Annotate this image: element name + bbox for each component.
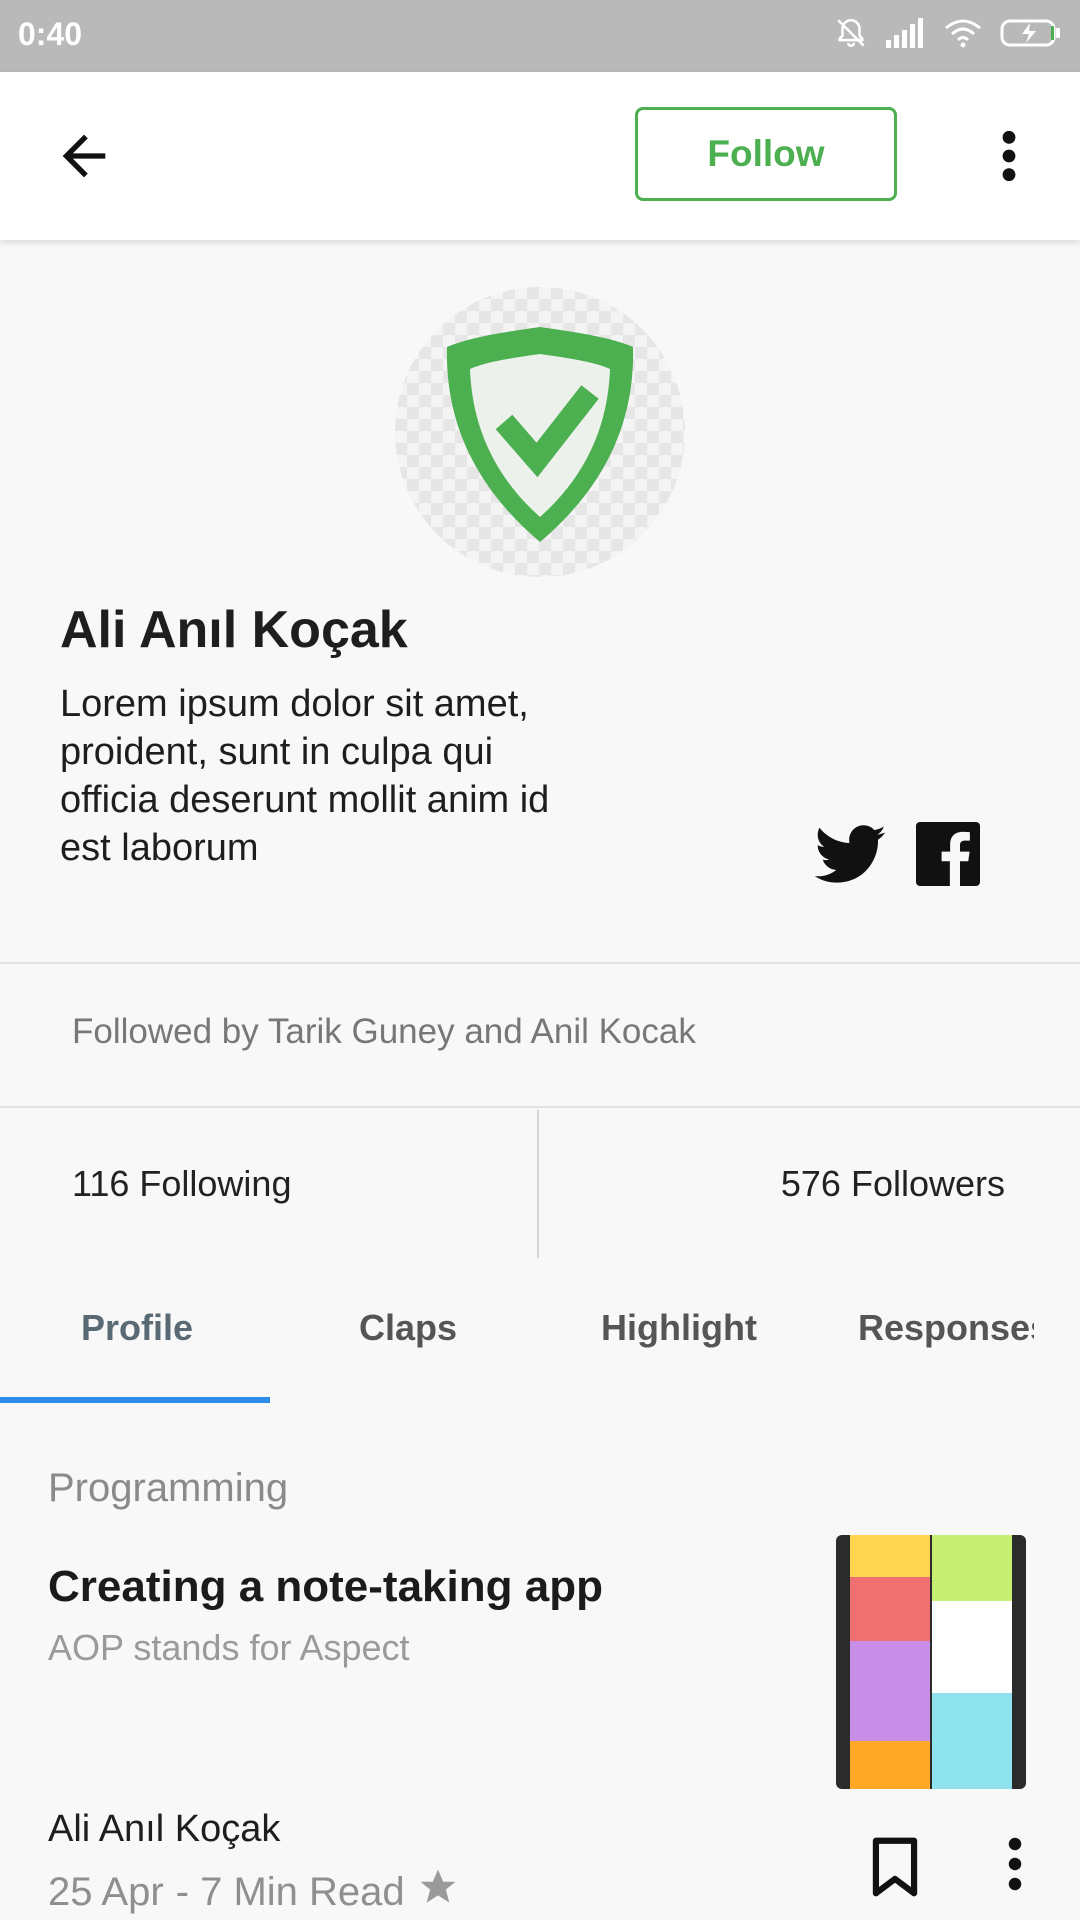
followers-count[interactable]: 576 Followers	[781, 1163, 1005, 1205]
more-vert-icon	[1002, 130, 1016, 182]
app-bar: Follow	[0, 72, 1080, 240]
facebook-link[interactable]	[916, 822, 980, 886]
status-bar: 0:40	[0, 0, 1080, 72]
article-thumbnail[interactable]	[836, 1535, 1026, 1789]
tab-claps[interactable]: Claps	[359, 1307, 457, 1349]
article-category: Programming	[48, 1466, 289, 1510]
twitter-link[interactable]	[814, 824, 887, 886]
back-button[interactable]	[52, 124, 116, 188]
wifi-icon	[944, 18, 982, 48]
tab-profile[interactable]: Profile	[81, 1307, 193, 1349]
tab-responses[interactable]: Responses	[858, 1307, 1034, 1349]
avatar	[395, 287, 685, 577]
bookmark-button[interactable]	[870, 1836, 920, 1898]
profile-bio: Lorem ipsum dolor sit amet, proident, su…	[60, 683, 550, 869]
twitter-icon	[814, 825, 886, 883]
battery-charging-icon	[1000, 18, 1062, 48]
article-subtitle: AOP stands for Aspect	[48, 1627, 410, 1668]
profile-name: Ali Anıl Koçak	[60, 601, 408, 659]
article-meta: 25 Apr - 7 Min Read	[48, 1866, 459, 1918]
article-author: Ali Anıl Koçak	[48, 1808, 281, 1850]
star-icon	[417, 1866, 459, 1918]
following-count[interactable]: 116 Following	[72, 1163, 291, 1205]
arrow-back-icon	[62, 134, 106, 178]
article-read-time: - 7 Min Read	[175, 1869, 405, 1914]
divider	[0, 1106, 1080, 1108]
article-date: 25 Apr	[48, 1869, 164, 1914]
status-time: 0:40	[18, 16, 83, 52]
more-vert-icon	[1008, 1837, 1022, 1891]
bell-off-icon	[834, 16, 868, 50]
divider	[0, 962, 1080, 964]
tab-highlight[interactable]: Highlight	[601, 1307, 757, 1349]
stats-separator	[537, 1110, 539, 1258]
facebook-icon	[916, 822, 980, 886]
followed-by-text: Followed by Tarik Guney and Anil Kocak	[72, 1012, 696, 1051]
tab-indicator	[0, 1397, 270, 1403]
article-more-button[interactable]	[1000, 1834, 1030, 1894]
article-title[interactable]: Creating a note-taking app	[48, 1562, 603, 1612]
shield-check-icon	[446, 327, 634, 542]
follow-button[interactable]: Follow	[635, 107, 897, 201]
bookmark-icon	[872, 1837, 918, 1897]
more-options-button[interactable]	[985, 124, 1033, 188]
status-icons	[834, 16, 1062, 50]
signal-icon	[886, 18, 926, 48]
